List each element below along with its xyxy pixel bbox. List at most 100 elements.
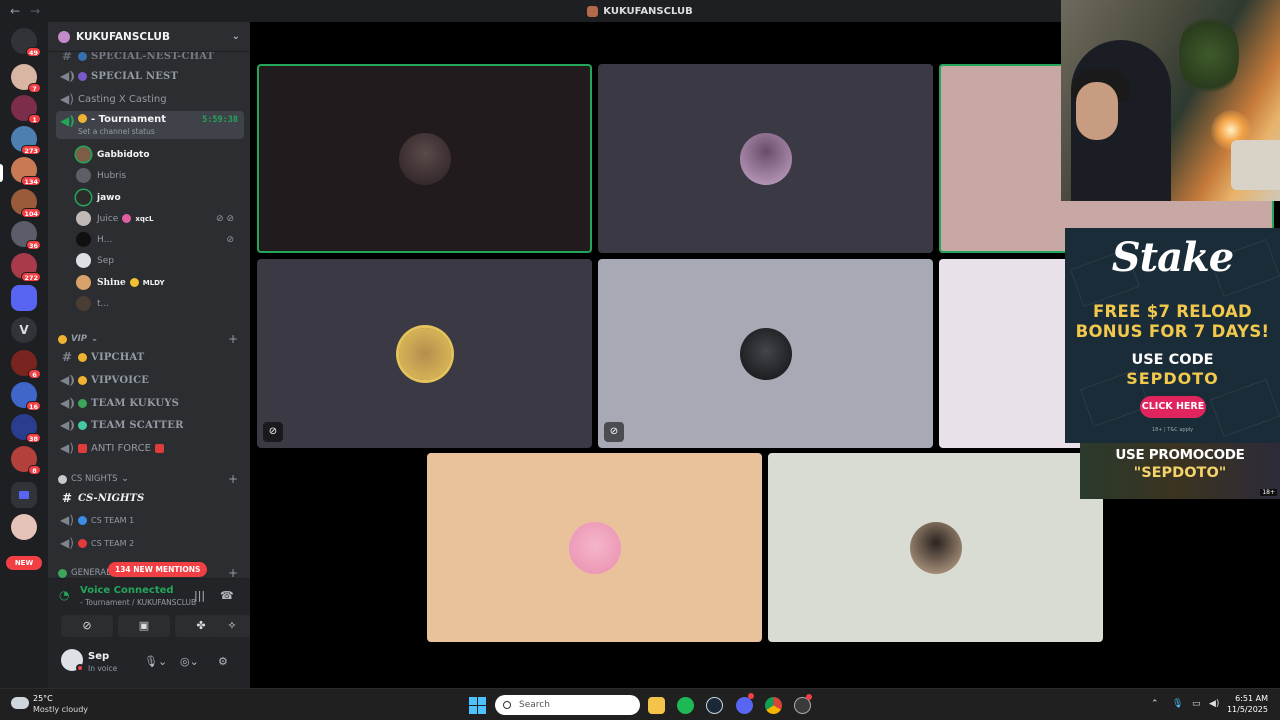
server-icon[interactable]: 7	[11, 64, 41, 93]
soundboard-button[interactable]: ✧	[206, 615, 250, 637]
red-circle-icon	[78, 538, 87, 548]
participant-tile[interactable]: ⊘	[598, 259, 933, 448]
server-icon[interactable]: 1	[11, 95, 41, 124]
speaker-icon[interactable]: ◀)	[1209, 699, 1219, 709]
server-icon[interactable]	[11, 514, 37, 540]
clock-time[interactable]: 6:51 AM	[1234, 694, 1268, 703]
signal-strength-icon[interactable]: ◔	[59, 588, 69, 602]
discord-app-icon[interactable]	[736, 693, 754, 714]
channel-team-kukuys[interactable]: ◀) TEAM KUKUYS	[56, 393, 244, 413]
microphone-icon[interactable]: 🎙⌄	[144, 655, 167, 668]
unread-badge: 6	[28, 369, 41, 379]
weather-description[interactable]: Mostly cloudy	[33, 705, 88, 714]
category-cs-nights[interactable]: CS NIGHTS ⌄ +	[58, 471, 242, 487]
sponsor-ad-banner[interactable]: Stake FREE $7 RELOAD BONUS FOR 7 DAYS! U…	[1065, 228, 1280, 443]
display-icon[interactable]: ▭	[1192, 699, 1201, 709]
server-icon[interactable]: 8	[11, 446, 41, 475]
cloud-icon[interactable]	[11, 697, 29, 709]
participant-tile[interactable]	[257, 64, 592, 253]
channel-special-nest[interactable]: ◀) SPECIAL NEST	[56, 66, 244, 86]
participant-tile[interactable]	[598, 64, 933, 253]
avatar	[76, 147, 91, 162]
participant-tile[interactable]	[427, 453, 762, 642]
voice-location[interactable]: - Tournament / KUKUFANSCLUB	[80, 598, 196, 607]
add-channel-icon[interactable]: +	[228, 332, 238, 346]
taskbar-search[interactable]: Search	[495, 695, 640, 715]
avatar[interactable]	[61, 649, 84, 672]
file-explorer-icon[interactable]	[648, 697, 665, 714]
channel-cs-nights[interactable]: # CS-NIGHTS	[56, 488, 244, 508]
app-icon[interactable]	[794, 694, 812, 714]
voice-member[interactable]: jawo	[76, 188, 242, 207]
server-rail: 49 7 1 273 134 104 36 272 V 6 16 38 8 NE…	[0, 22, 48, 688]
folder-icon[interactable]	[11, 482, 37, 508]
server-icon-kukufansclub[interactable]: 134	[11, 157, 41, 186]
notification-dot	[748, 693, 754, 699]
noise-suppression-icon[interactable]: |||	[194, 589, 205, 602]
chevron-down-icon[interactable]: ⌄	[232, 31, 240, 42]
user-panel: Sep In voice 🎙⌄ ◎⌄ ⚙	[48, 642, 250, 688]
guild-header[interactable]: KUKUFANSCLUB ⌄	[48, 22, 250, 52]
category-vip[interactable]: VIP ⌄ +	[58, 331, 242, 347]
server-icon[interactable]: 272	[11, 253, 41, 282]
new-unreads-pill[interactable]: NEW	[6, 556, 42, 570]
voice-member-self[interactable]: Sep	[76, 251, 242, 270]
server-icon[interactable]: 16	[11, 382, 41, 411]
new-mentions-pill[interactable]: 134 NEW MENTIONS	[108, 562, 208, 577]
add-channel-icon[interactable]: +	[228, 472, 238, 486]
text-channel-icon: #	[61, 491, 73, 505]
headphones-icon[interactable]: ◎⌄	[180, 655, 199, 668]
unread-badge: 16	[25, 401, 41, 411]
discord-logo-icon[interactable]	[11, 285, 37, 311]
age-rating: 18+	[1260, 489, 1277, 496]
participant-avatar	[739, 327, 792, 380]
channel-vipvoice[interactable]: ◀) VIPVOICE	[56, 370, 244, 390]
channel-team-scatter[interactable]: ◀) TEAM SCATTER	[56, 415, 244, 435]
server-icon[interactable]: 104	[11, 189, 41, 218]
server-icon-letter[interactable]: V	[11, 317, 37, 343]
voice-member[interactable]: Gabbidoto	[76, 145, 242, 164]
voice-member[interactable]: t...	[76, 294, 242, 313]
unread-badge: 7	[28, 83, 41, 93]
voice-member[interactable]: Juice xqcL ⊘ ⊘	[76, 209, 242, 228]
chevron-up-icon[interactable]: ⌃	[1151, 699, 1159, 709]
channel-casting-x-casting[interactable]: ◀) Casting X Casting	[56, 89, 244, 109]
mic-muted-icon: ⊘	[226, 234, 234, 245]
participant-tile[interactable]	[768, 453, 1103, 642]
microphone-icon[interactable]: 🎙	[1172, 699, 1183, 709]
server-icon[interactable]: 36	[11, 221, 41, 250]
start-button[interactable]	[469, 697, 486, 714]
screen-share-button[interactable]: ▣	[118, 615, 170, 637]
avatar	[76, 275, 91, 290]
username[interactable]: Sep	[88, 651, 109, 662]
server-icon[interactable]: 273	[11, 126, 41, 155]
steam-icon[interactable]	[706, 697, 723, 714]
gear-icon[interactable]: ⚙	[218, 655, 228, 668]
channel-tournament[interactable]: ◀) - Tournament 5:59:38 Set a channel st…	[56, 111, 244, 139]
server-icon[interactable]: 6	[11, 350, 41, 379]
channel-vipchat[interactable]: # VIPCHAT	[56, 347, 244, 367]
user-status: In voice	[88, 664, 118, 673]
voice-member[interactable]: Shine MLDY	[76, 273, 242, 292]
camera-toggle-button[interactable]: ⊘	[61, 615, 113, 637]
promo-code-banner[interactable]: USE PROMOCODE "SEPDOTO" 18+	[1080, 443, 1280, 499]
ad-click-here-button[interactable]: CLICK HERE	[1140, 396, 1206, 418]
weather-temperature[interactable]: 25°C	[33, 694, 53, 703]
voice-member[interactable]: Hubris	[76, 166, 242, 185]
spotify-icon[interactable]	[677, 697, 694, 714]
sos-emoji-icon	[154, 443, 164, 453]
channel-cs-team-2[interactable]: ◀) CS TEAM 2	[56, 533, 244, 553]
direct-messages-icon[interactable]: 49	[11, 28, 41, 57]
channel-sidebar: KUKUFANSCLUB ⌄ # SPECIAL-NEST-CHAT ◀) SP…	[48, 22, 250, 688]
server-icon[interactable]: 38	[11, 414, 41, 443]
participant-tile[interactable]: ⊘	[257, 259, 592, 448]
channel-anti-force[interactable]: ◀) ANTI FORCE	[56, 438, 244, 458]
voice-status[interactable]: Voice Connected	[80, 585, 174, 596]
voice-member[interactable]: H... ⊘	[76, 230, 242, 249]
chrome-icon[interactable]	[765, 697, 782, 714]
voice-channel-icon: ◀)	[60, 513, 74, 527]
channel-cs-team-1[interactable]: ◀) CS TEAM 1	[56, 510, 244, 530]
disconnect-icon[interactable]: ☎	[220, 589, 234, 602]
clock-date[interactable]: 11/5/2025	[1226, 705, 1268, 714]
channel-status[interactable]: Set a channel status	[78, 127, 155, 136]
